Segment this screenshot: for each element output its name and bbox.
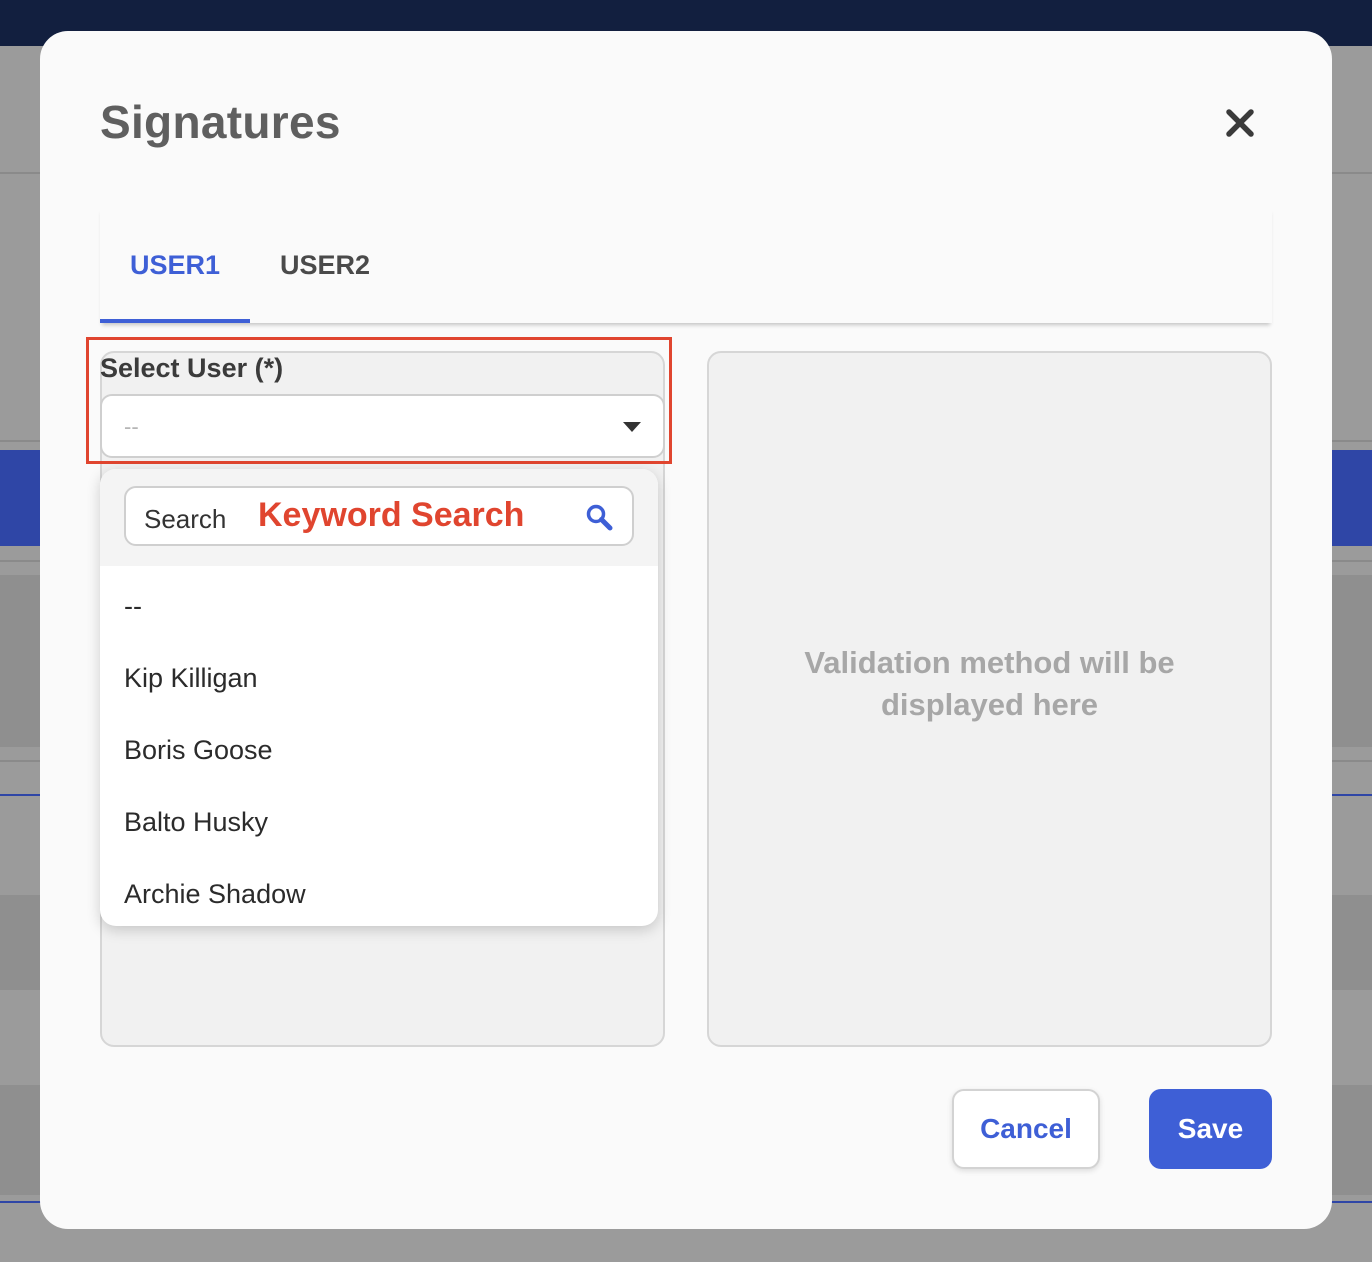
close-button[interactable] [1218,101,1262,145]
list-item[interactable]: Archie Shadow [100,858,658,926]
search-icon [586,504,613,531]
dropdown-options-list: -- Kip Killigan Boris Goose Balto Husky … [100,566,658,926]
search-input[interactable]: Search Keyword Search [124,486,634,546]
list-item[interactable]: Boris Goose [100,714,658,786]
annotation-highlight-box [86,337,672,464]
save-button[interactable]: Save [1149,1089,1272,1169]
search-placeholder: Search [144,504,227,534]
dropdown-search-area: Search Keyword Search [100,469,658,566]
user-tabs: USER1 USER2 [100,207,1272,323]
modal-title: Signatures [100,96,341,148]
tab-user1[interactable]: USER1 [100,207,250,323]
list-item[interactable]: Kip Killigan [100,642,658,714]
cancel-button[interactable]: Cancel [952,1089,1100,1169]
list-item[interactable]: -- [100,566,658,642]
validation-method-panel: Validation method will be displayed here [707,351,1272,1047]
list-item[interactable]: Balto Husky [100,786,658,858]
signatures-modal: Signatures USER1 USER2 Select User (*) -… [40,31,1332,1229]
keyword-search-annotation: Keyword Search [258,496,525,534]
close-icon [1226,109,1254,137]
user-dropdown-menu: Search Keyword Search -- Kip Killigan Bo… [100,469,658,926]
validation-placeholder-text: Validation method will be displayed here [804,645,1175,722]
tab-user2[interactable]: USER2 [250,207,400,323]
